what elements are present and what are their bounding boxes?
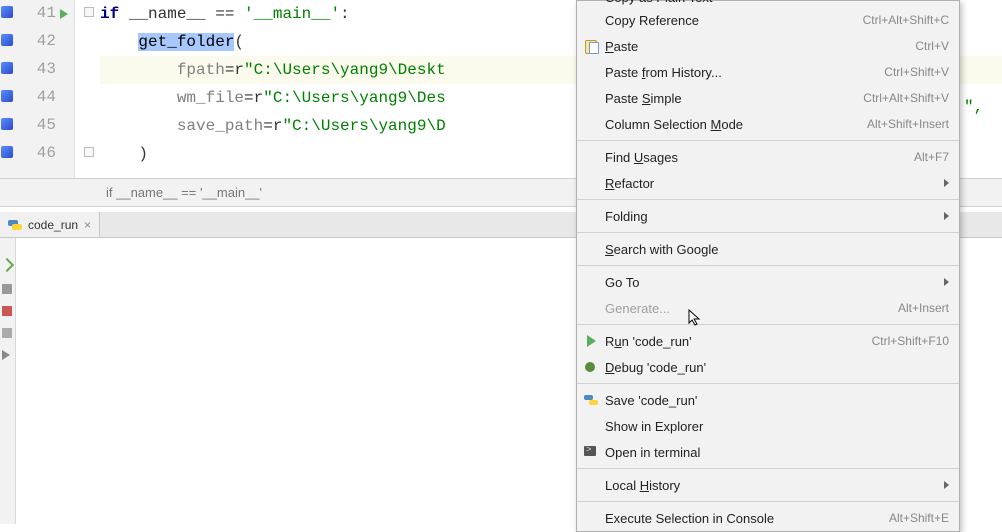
breadcrumb-item[interactable]: if __name__ == '__main__' — [106, 185, 262, 200]
string-fragment: ", — [964, 98, 983, 116]
bookmark-icon — [1, 62, 13, 74]
menu-separator — [577, 324, 959, 325]
line-number: 46 — [37, 144, 56, 162]
debug-icon — [583, 359, 599, 375]
paste-icon — [583, 38, 599, 54]
rerun-icon[interactable] — [0, 258, 14, 272]
play-icon[interactable] — [2, 350, 12, 360]
editor-context-menu[interactable]: Copy as Plain Text Copy Reference Ctrl+A… — [576, 0, 960, 532]
fold-icon[interactable] — [84, 7, 94, 17]
selected-text: get_folder — [138, 33, 234, 51]
python-file-icon — [8, 218, 22, 232]
bookmark-icon — [1, 118, 13, 130]
menu-column-selection[interactable]: Column Selection Mode Alt+Shift+Insert — [577, 111, 959, 137]
submenu-arrow-icon — [944, 278, 949, 286]
menu-separator — [577, 199, 959, 200]
bookmark-icon — [1, 34, 13, 46]
menu-goto[interactable]: Go To — [577, 269, 959, 295]
menu-local-history[interactable]: Local History — [577, 472, 959, 498]
menu-find-usages[interactable]: Find Usages Alt+F7 — [577, 144, 959, 170]
menu-paste-simple[interactable]: Paste Simple Ctrl+Alt+Shift+V — [577, 85, 959, 111]
tab-label: code_run — [28, 218, 78, 232]
run-tool-strip — [0, 238, 16, 524]
stop-icon[interactable] — [2, 284, 12, 294]
submenu-arrow-icon — [944, 179, 949, 187]
submenu-arrow-icon — [944, 212, 949, 220]
run-gutter-icon[interactable] — [60, 9, 68, 19]
menu-folding[interactable]: Folding — [577, 203, 959, 229]
line-number: 44 — [37, 88, 56, 106]
python-file-icon — [583, 392, 599, 408]
bookmark-icon — [1, 146, 13, 158]
exit-icon[interactable] — [2, 306, 12, 316]
menu-run[interactable]: Run 'code_run' Ctrl+Shift+F10 — [577, 328, 959, 354]
fold-icon[interactable] — [84, 147, 94, 157]
menu-generate: Generate... Alt+Insert — [577, 295, 959, 321]
layout-icon[interactable] — [2, 328, 12, 338]
run-icon — [583, 333, 599, 349]
close-icon[interactable]: × — [84, 218, 91, 232]
menu-open-terminal[interactable]: Open in terminal — [577, 439, 959, 465]
line-number: 41 — [37, 4, 56, 22]
menu-search-google[interactable]: Search with Google — [577, 236, 959, 262]
menu-separator — [577, 468, 959, 469]
line-number: 45 — [37, 116, 56, 134]
menu-separator — [577, 232, 959, 233]
line-number: 42 — [37, 32, 56, 50]
bookmark-icon — [1, 90, 13, 102]
menu-separator — [577, 501, 959, 502]
menu-execute-selection[interactable]: Execute Selection in Console Alt+Shift+E — [577, 505, 959, 531]
bookmark-icon — [1, 6, 13, 18]
menu-show-explorer[interactable]: Show in Explorer — [577, 413, 959, 439]
menu-debug[interactable]: Debug 'code_run' — [577, 354, 959, 380]
submenu-arrow-icon — [944, 481, 949, 489]
menu-separator — [577, 265, 959, 266]
line-number: 43 — [37, 60, 56, 78]
tab-code-run[interactable]: code_run × — [0, 212, 100, 237]
menu-copy-reference[interactable]: Copy Reference Ctrl+Alt+Shift+C — [577, 7, 959, 33]
menu-save[interactable]: Save 'code_run' — [577, 387, 959, 413]
terminal-icon — [583, 444, 599, 460]
menu-separator — [577, 383, 959, 384]
menu-paste-history[interactable]: Paste from History... Ctrl+Shift+V — [577, 59, 959, 85]
editor-gutter: 41 42 43 44 45 46 — [0, 0, 75, 178]
menu-refactor[interactable]: Refactor — [577, 170, 959, 196]
menu-paste[interactable]: Paste Ctrl+V — [577, 33, 959, 59]
gutter-icons — [0, 0, 16, 178]
menu-copy-plain[interactable]: Copy as Plain Text — [577, 0, 959, 7]
menu-separator — [577, 140, 959, 141]
